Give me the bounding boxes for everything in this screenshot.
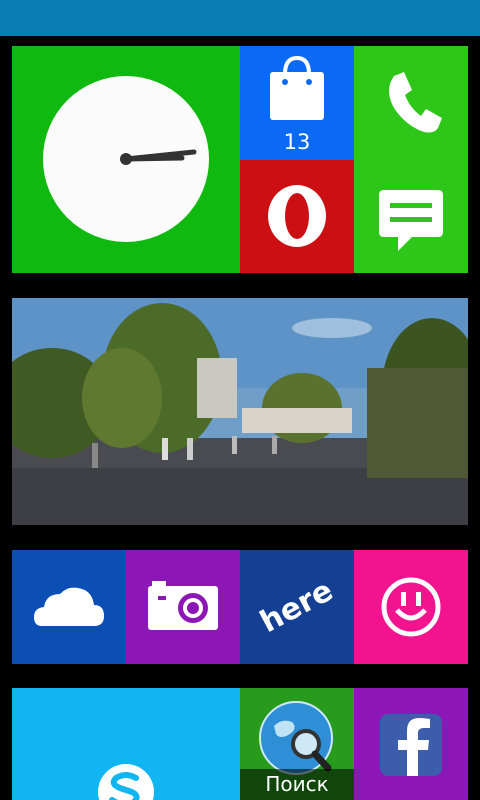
svg-text:here: here	[255, 573, 339, 640]
camera-icon	[148, 581, 218, 630]
smiley-icon	[381, 577, 441, 637]
facebook-icon	[380, 714, 442, 776]
here-logo-icon: here	[255, 573, 339, 640]
search-tile-label: Поиск	[240, 769, 354, 800]
facebook-tile[interactable]	[354, 688, 468, 800]
skype-icon	[98, 764, 154, 800]
message-bubble-icon	[379, 190, 443, 251]
opera-tile[interactable]	[240, 160, 354, 273]
store-tile[interactable]: 13	[240, 46, 354, 160]
phone-icon	[389, 72, 442, 133]
here-maps-tile[interactable]: here	[240, 550, 354, 664]
phone-tile[interactable]	[354, 46, 468, 160]
messaging-tile[interactable]	[354, 160, 468, 273]
camera-tile[interactable]	[126, 550, 240, 664]
status-bar	[0, 0, 480, 36]
photos-tile[interactable]	[12, 298, 468, 525]
clock-tile[interactable]	[12, 46, 240, 273]
cloud-icon	[34, 587, 104, 626]
opera-logo-icon	[268, 185, 326, 247]
analog-clock-icon	[43, 76, 209, 242]
store-badge-count: 13	[283, 130, 311, 154]
skype-tile[interactable]	[12, 688, 240, 800]
mixradio-tile[interactable]	[354, 550, 468, 664]
onedrive-tile[interactable]	[12, 550, 126, 664]
park-photo	[12, 298, 468, 525]
